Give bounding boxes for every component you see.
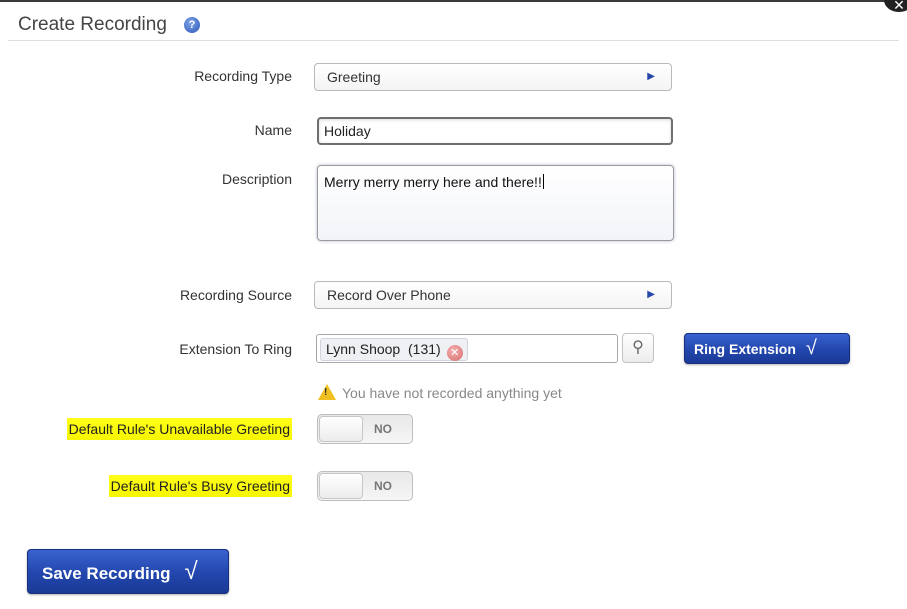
recording-type-label: Recording Type [194,68,292,84]
toggle-knob [319,416,363,442]
ring-extension-button[interactable]: Ring Extension √ [684,333,850,364]
title-divider [8,40,899,41]
close-icon[interactable]: ✕ [884,0,907,13]
busy-greeting-label: Default Rule's Busy Greeting [108,475,292,497]
recording-source-select[interactable]: Record Over Phone ▶ [314,281,672,309]
checkmark-icon: √ [805,337,817,359]
busy-greeting-toggle[interactable]: NO [317,471,413,501]
magnifier-icon[interactable]: ⚲ [622,333,654,363]
save-recording-button[interactable]: Save Recording √ [27,549,229,594]
extension-token-label: Lynn Shoop (131) [326,341,441,357]
warning-icon: ! [318,384,336,400]
save-recording-label: Save Recording [42,564,171,583]
recording-type-value: Greeting [327,69,381,85]
toggle-knob [319,473,363,499]
extension-token: Lynn Shoop (131) ✕ [320,338,468,361]
checkmark-icon: √ [184,558,198,585]
name-label: Name [254,122,292,138]
dialog-title: Create Recording [18,14,167,35]
recording-type-select[interactable]: Greeting ▶ [314,63,672,91]
window-top-border [0,0,907,2]
description-textarea[interactable]: Merry merry merry here and there!! [317,165,674,241]
unavailable-greeting-label: Default Rule's Unavailable Greeting [66,418,292,440]
extension-to-ring-label: Extension To Ring [179,341,292,357]
toggle-state: NO [374,422,392,436]
unavailable-greeting-toggle[interactable]: NO [317,414,413,444]
remove-token-icon[interactable]: ✕ [446,345,463,361]
recording-source-label: Recording Source [179,287,292,303]
ring-extension-label: Ring Extension [694,341,796,357]
extension-input[interactable]: Lynn Shoop (131) ✕ [316,334,618,363]
toggle-state: NO [374,479,392,493]
text-caret [542,174,544,189]
recording-warning: ! You have not recorded anything yet [318,384,562,401]
dropdown-arrow-icon: ▶ [647,71,655,82]
warning-text: You have not recorded anything yet [342,385,562,401]
help-icon[interactable]: ? [184,17,200,33]
recording-source-value: Record Over Phone [327,287,451,303]
dropdown-arrow-icon: ▶ [647,289,655,300]
description-label: Description [221,171,292,187]
name-input[interactable]: Holiday [317,117,673,145]
description-text: Merry merry merry here and there!! [324,174,542,190]
